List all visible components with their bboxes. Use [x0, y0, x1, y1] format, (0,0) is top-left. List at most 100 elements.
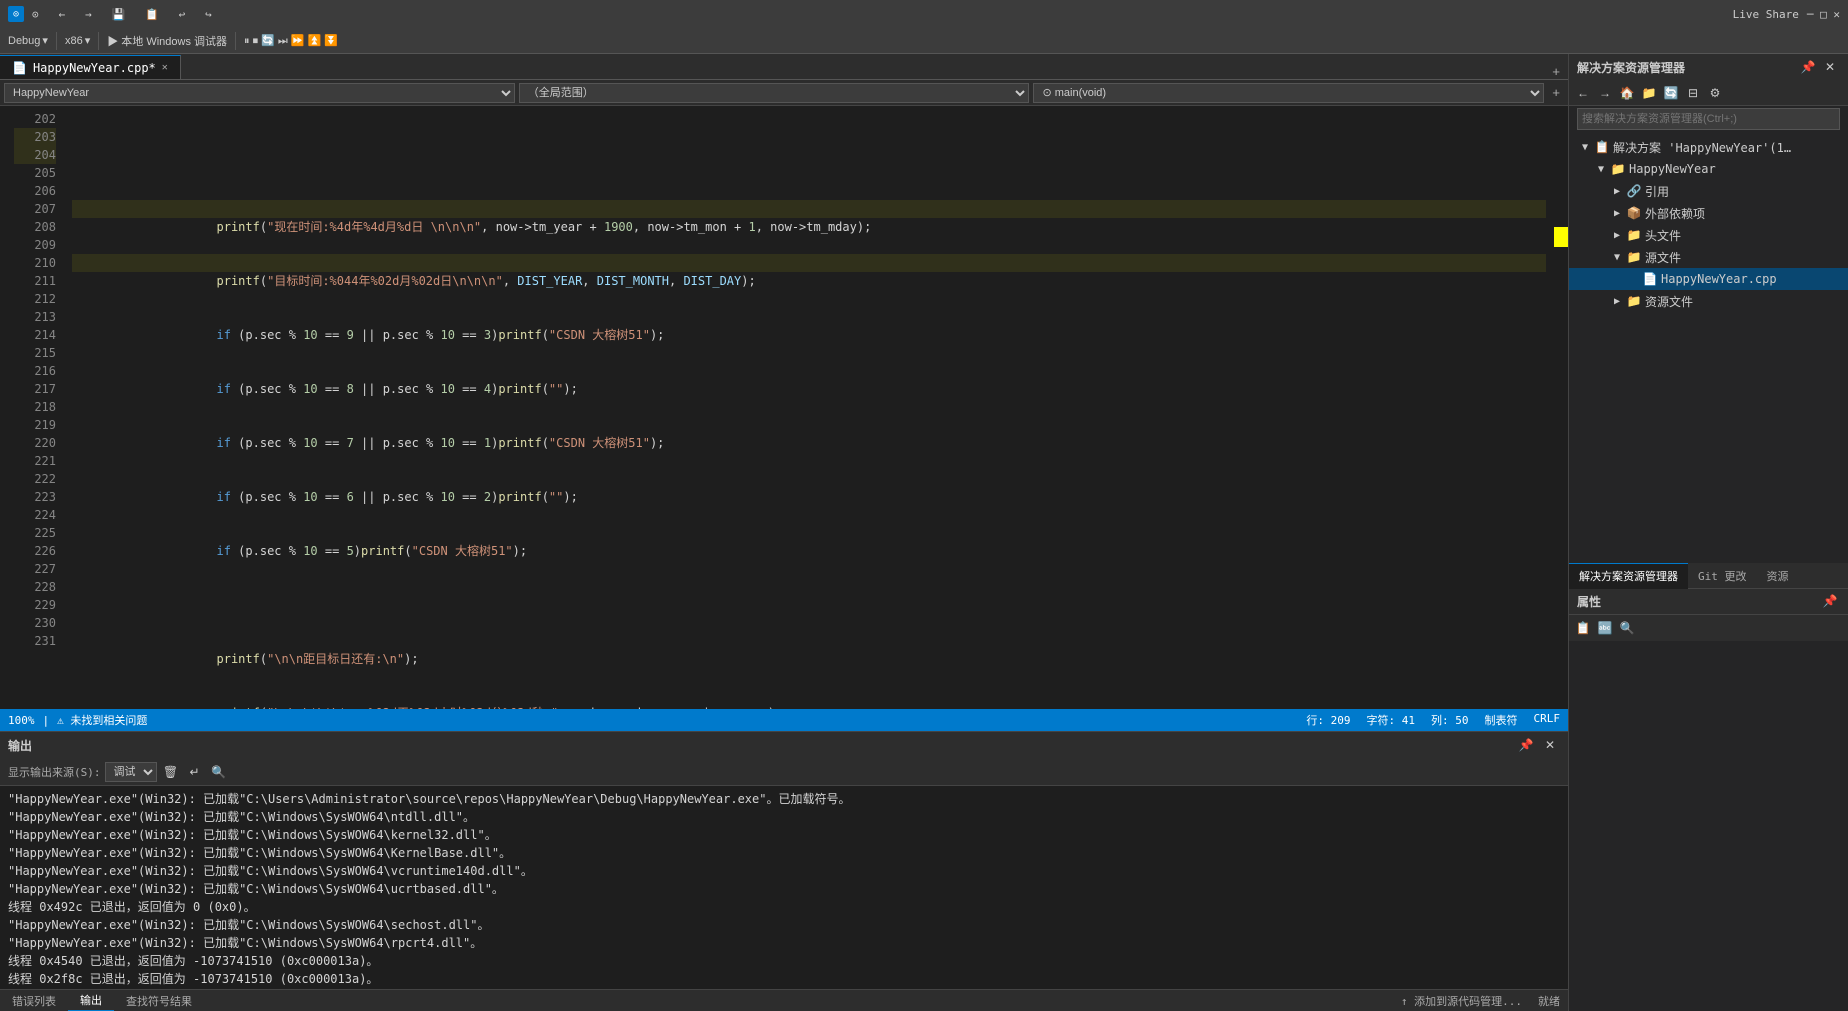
toolbar-extra[interactable]: ⏸ ⏹ 🔄 ⏭ ⏩ ⏫ ⏬	[240, 30, 342, 52]
tree-arrow-cpp	[1625, 274, 1641, 285]
properties-search[interactable]: 🔍	[1617, 618, 1637, 638]
properties-alphabetical[interactable]: 🔤	[1595, 618, 1615, 638]
tree-solution[interactable]: ▼ 📋 解决方案 'HappyNewYear'(1…	[1569, 136, 1848, 158]
toolbar-platform[interactable]: x86 ▾	[61, 30, 94, 52]
sidebar-tab-solution[interactable]: 解决方案资源管理器	[1569, 563, 1688, 589]
tab-find-symbol[interactable]: 查找符号结果	[114, 990, 204, 1011]
line-num-210: 210	[14, 254, 56, 272]
add-code-btn[interactable]: ↑ 添加到源代码管理...	[1393, 993, 1530, 1009]
tab-errors[interactable]: 错误列表	[0, 990, 68, 1011]
sidebar-collapse[interactable]: ⊟	[1683, 83, 1703, 103]
code-nav-function[interactable]: ⊙ main(void)	[1033, 83, 1544, 103]
sidebar-search-input[interactable]	[1577, 108, 1840, 130]
sidebar-tab-git[interactable]: Git 更改	[1688, 563, 1757, 589]
toolbar-sep-3	[235, 32, 236, 50]
output-pin[interactable]: 📌	[1516, 735, 1536, 755]
line-num-212: 212	[14, 290, 56, 308]
sidebar-refresh[interactable]: 🔄	[1661, 83, 1681, 103]
sidebar-title: 解决方案资源管理器	[1577, 59, 1685, 76]
sidebar-header: 解决方案资源管理器 📌 ✕	[1569, 54, 1848, 80]
tab-close[interactable]: ✕	[162, 62, 168, 73]
tree-icon-project: 📁	[1609, 162, 1627, 176]
sidebar-home[interactable]: 🏠	[1617, 83, 1637, 103]
title-right: Live Share ─ □ ✕	[1733, 8, 1840, 21]
error-indicator[interactable]: ⚠ 未找到相关问题	[57, 712, 147, 728]
output-line-9: "HappyNewYear.exe"(Win32): 已加载"C:\Window…	[8, 934, 1560, 952]
tree-label-headers: 头文件	[1645, 227, 1681, 244]
code-line-206: if (p.sec % 10 == 8 || p.sec % 10 == 4)p…	[72, 362, 1546, 380]
editor-main: 📄 HappyNewYear.cpp* ✕ + HappyNewYear （全局…	[0, 54, 1848, 1011]
tree-arrow-resources: ▶	[1609, 296, 1625, 307]
tree-references[interactable]: ▶ 🔗 引用	[1569, 180, 1848, 202]
tree-headers[interactable]: ▶ 📁 头文件	[1569, 224, 1848, 246]
sidebar-close-btn[interactable]: ✕	[1820, 57, 1840, 77]
output-content[interactable]: "HappyNewYear.exe"(Win32): 已加载"C:\Users\…	[0, 786, 1568, 989]
encoding-info: CRLF	[1534, 712, 1561, 728]
tree-label-references: 引用	[1645, 183, 1669, 200]
toolbar-sep-2	[98, 32, 99, 50]
tree-main-cpp[interactable]: 📄 HappyNewYear.cpp	[1569, 268, 1848, 290]
code-line-209: if (p.sec % 10 == 5)printf("CSDN 大榕树51")…	[72, 524, 1546, 542]
line-num-204: 204	[14, 146, 56, 164]
toolbar-run[interactable]: ▶ 本地 Windows 调试器	[103, 30, 231, 52]
tab-happynewyear[interactable]: 📄 HappyNewYear.cpp* ✕	[0, 55, 181, 79]
sidebar-nav-back[interactable]: ←	[1573, 83, 1593, 103]
code-nav-add[interactable]: +	[1548, 85, 1564, 100]
code-line-208: if (p.sec % 10 == 6 || p.sec % 10 == 2)p…	[72, 470, 1546, 488]
new-tab-btn[interactable]: +	[1544, 64, 1568, 79]
output-word-wrap[interactable]: ↵	[185, 762, 205, 782]
tree-external-deps[interactable]: ▶ 📦 外部依赖项	[1569, 202, 1848, 224]
tab-output[interactable]: 输出	[68, 990, 114, 1011]
code-nav-scope[interactable]: HappyNewYear	[4, 83, 515, 103]
output-clear[interactable]: 🗑	[161, 762, 181, 782]
sidebar-show-files[interactable]: 📁	[1639, 83, 1659, 103]
tree-icon-solution: 📋	[1593, 140, 1611, 154]
output-close[interactable]: ✕	[1540, 735, 1560, 755]
toolbar-debug[interactable]: Debug ▾	[4, 30, 52, 52]
line-numbers: 202 203 204 205 206 207 208 209 210 211 …	[14, 106, 64, 709]
output-source-select[interactable]: 调试	[105, 762, 157, 782]
code-content[interactable]: printf("现在时间:%4d年%4d月%d日 \n\n\n", now->t…	[64, 106, 1554, 709]
sidebar-pin-btn[interactable]: 📌	[1798, 57, 1818, 77]
sidebar-toolbar: ← → 🏠 📁 🔄 ⊟ ⚙	[1569, 80, 1848, 106]
tree-label-sources: 源文件	[1645, 249, 1681, 266]
zoom-level[interactable]: 100%	[8, 714, 35, 727]
app: ⊙ ⊙ ← → 💾 📋 ↩ ↪ Live Share ─ □ ✕ Debug ▾…	[0, 0, 1848, 1011]
output-line-4: "HappyNewYear.exe"(Win32): 已加载"C:\Window…	[8, 844, 1560, 862]
sidebar-tab-resources[interactable]: 资源	[1757, 563, 1799, 589]
tree-sources[interactable]: ▼ 📁 源文件	[1569, 246, 1848, 268]
toolbar-sep-1	[56, 32, 57, 50]
tree-icon-references: 🔗	[1625, 184, 1643, 198]
sidebar-nav-forward[interactable]: →	[1595, 83, 1615, 103]
tree-project[interactable]: ▼ 📁 HappyNewYear	[1569, 158, 1848, 180]
app-icon: ⊙	[8, 6, 24, 22]
properties-pin-btn[interactable]: 📌	[1820, 591, 1840, 611]
line-num-229: 229	[14, 596, 56, 614]
code-nav-global[interactable]: （全局范围）	[519, 83, 1030, 103]
output-source-label: 显示输出来源(S):	[8, 764, 101, 780]
code-line-205: if (p.sec % 10 == 9 || p.sec % 10 == 3)p…	[72, 308, 1546, 326]
line-info: 行: 209	[1306, 712, 1350, 728]
line-num-215: 215	[14, 344, 56, 362]
close-controls: ─ □ ✕	[1807, 8, 1840, 21]
tree-arrow-solution: ▼	[1577, 142, 1593, 153]
output-title-bar: 输出 📌 ✕	[0, 732, 1568, 758]
tab-icon: 📄	[12, 61, 27, 75]
properties-buttons: 📌	[1820, 591, 1840, 611]
sidebar-settings[interactable]: ⚙	[1705, 83, 1725, 103]
sidebar-search	[1569, 106, 1848, 132]
output-line-6: "HappyNewYear.exe"(Win32): 已加载"C:\Window…	[8, 880, 1560, 898]
tree-resources[interactable]: ▶ 📁 资源文件	[1569, 290, 1848, 312]
live-share-btn[interactable]: Live Share	[1733, 8, 1799, 21]
line-num-203: 203	[14, 128, 56, 146]
scroll-indicator	[1554, 106, 1568, 709]
properties-by-category[interactable]: 📋	[1573, 618, 1593, 638]
output-find[interactable]: 🔍	[209, 762, 229, 782]
output-line-3: "HappyNewYear.exe"(Win32): 已加载"C:\Window…	[8, 826, 1560, 844]
title-text: ⊙ ← → 💾 📋 ↩ ↪	[32, 8, 212, 21]
left-panel: 📄 HappyNewYear.cpp* ✕ + HappyNewYear （全局…	[0, 54, 1568, 1011]
scroll-marker	[1554, 227, 1568, 247]
tree-label-project: HappyNewYear	[1629, 162, 1716, 176]
tab-label: HappyNewYear.cpp*	[33, 61, 156, 75]
line-num-226: 226	[14, 542, 56, 560]
